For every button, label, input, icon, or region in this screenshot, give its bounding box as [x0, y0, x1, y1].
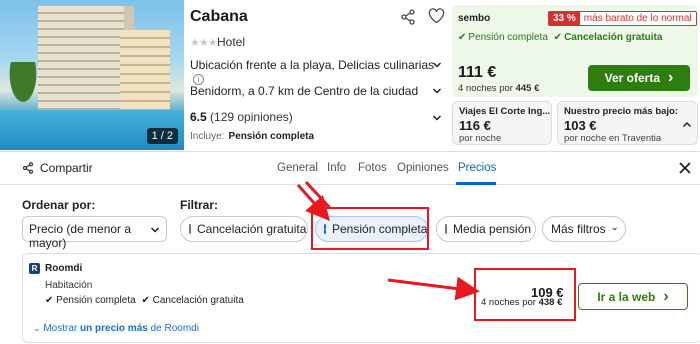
deal-price: 111 €: [458, 64, 497, 81]
deal-nights: 4 noches por: [458, 83, 513, 94]
go-to-website-label: Ir a la web: [597, 289, 656, 304]
deal-total-amount: 445 €: [515, 83, 540, 94]
more-filters-button[interactable]: Más filtros: [542, 216, 626, 242]
heart-icon[interactable]: [428, 8, 445, 25]
chevron-down-icon: [612, 227, 617, 231]
discount-badge: 33 % más barato de lo normal: [548, 11, 697, 26]
alt-deal-sub: por noche: [459, 133, 502, 144]
chip-label: Media pensión: [453, 222, 532, 236]
discount-percent: 33 %: [549, 12, 580, 25]
alt-deal-card[interactable]: Viajes El Corte Ing... 116 € por noche: [452, 101, 552, 145]
arrow-to-filter-shadow: [304, 180, 332, 210]
tab-prices[interactable]: Precios: [458, 162, 496, 174]
share-icon[interactable]: [400, 9, 416, 25]
go-to-website-button[interactable]: Ir a la web ›: [578, 283, 688, 310]
lowest-price-card[interactable]: Nuestro precio más bajo: 103 € por noche…: [557, 101, 698, 145]
includes-row: Incluye: Pensión completa: [190, 131, 314, 142]
lowest-price-label: Nuestro precio más bajo:: [564, 106, 679, 117]
chevron-down-icon: [432, 88, 442, 94]
lowest-price-value: 103 €: [564, 118, 597, 133]
show-more-bold: un precio más: [80, 323, 148, 334]
offer-feature-2: Cancelación gratuita: [152, 295, 244, 306]
features-text: Ubicación frente a la playa, Delicias cu…: [190, 58, 435, 72]
chevron-right-icon: ›: [668, 69, 674, 86]
checkbox[interactable]: [445, 224, 447, 234]
rating-opinions: (129 opiniones): [210, 110, 293, 124]
rating-row[interactable]: 6.5 (129 opiniones): [190, 110, 442, 124]
alt-deal-price: 116 €: [459, 118, 491, 133]
top-deal-card[interactable]: sembo 33 % más barato de lo normal ✔ Pens…: [452, 5, 698, 97]
tab-photos[interactable]: Fotos: [358, 162, 387, 174]
chevron-right-icon: ›: [663, 287, 669, 305]
more-filters-label: Más filtros: [551, 222, 606, 236]
show-more-prefix: Mostrar: [43, 323, 78, 334]
tab-reviews[interactable]: Opiniones: [397, 162, 449, 174]
offer-provider: Roomdi: [45, 263, 83, 274]
alt-deal-provider: Viajes El Corte Ing...: [459, 106, 551, 117]
view-offer-label: Ver oferta: [604, 71, 661, 85]
check-icon: ✔: [458, 32, 467, 43]
offer-feature-1: Pensión completa: [56, 295, 136, 306]
features-row[interactable]: Ubicación frente a la playa, Delicias cu…: [190, 58, 444, 86]
star-rating: ★★★: [190, 37, 218, 49]
deal-feature-2: Cancelación gratuita: [564, 32, 663, 43]
hotel-photo[interactable]: 1 / 2: [0, 0, 184, 150]
hotel-type: Hotel: [217, 35, 246, 49]
includes-value: Pensión completa: [228, 131, 315, 142]
detail-tabbar: Compartir General Info Fotos Opiniones P…: [0, 151, 700, 185]
deal-total: 4 noches por 445 €: [458, 83, 539, 94]
hotel-name[interactable]: Cabana: [190, 8, 248, 26]
share-icon: [22, 162, 34, 174]
show-more-prices-link[interactable]: ⌄ Mostrar un precio más de Roomdi: [33, 323, 199, 334]
chevron-down-icon: [432, 115, 442, 121]
sort-value: Precio (de menor a mayor): [29, 222, 132, 250]
offer-room: Habitación: [45, 280, 93, 291]
deal-feature-1: Pensión completa: [468, 32, 548, 43]
tab-general[interactable]: General: [277, 162, 318, 174]
check-icon: ✔: [45, 295, 54, 306]
discount-text: más barato de lo normal: [583, 13, 692, 24]
lowest-price-sub: por noche en Traventia: [564, 133, 662, 144]
close-icon[interactable]: [678, 161, 692, 175]
filter-free-cancellation[interactable]: Cancelación gratuita: [180, 216, 308, 242]
photo-counter: 1 / 2: [146, 128, 178, 144]
deal-features: ✔ Pensión completa ✔ Cancelación gratuita: [458, 32, 662, 43]
photo-building-2: [120, 30, 170, 110]
tab-info[interactable]: Info: [327, 162, 346, 174]
share-button[interactable]: Compartir: [22, 161, 93, 175]
view-offer-button[interactable]: Ver oferta ›: [588, 65, 690, 91]
chevron-down-icon: [432, 62, 442, 68]
filter-half-board[interactable]: Media pensión: [436, 216, 536, 242]
chevron-down-icon: [150, 227, 160, 233]
check-icon: ✔: [141, 295, 150, 306]
highlight-box-price: [474, 268, 576, 321]
deal-provider: sembo: [458, 13, 491, 24]
chevron-down-icon: ⌄: [33, 323, 41, 333]
location-row[interactable]: Benidorm, a 0.7 km de Centro de la ciuda…: [190, 84, 444, 102]
share-label: Compartir: [40, 161, 93, 175]
check-icon: ✔: [553, 32, 563, 43]
show-more-suffix: de Roomdi: [150, 323, 199, 334]
sort-select[interactable]: Precio (de menor a mayor): [22, 216, 167, 250]
offer-row: R Roomdi Habitación ✔ Pensión completa ✔…: [22, 253, 700, 343]
sort-label: Ordenar por:: [22, 198, 96, 212]
chip-label: Cancelación gratuita: [197, 222, 307, 236]
includes-label: Incluye:: [190, 131, 225, 142]
provider-logo: R: [29, 263, 40, 274]
offer-features: ✔ Pensión completa ✔ Cancelación gratuit…: [45, 295, 244, 306]
location-text: Benidorm, a 0.7 km de Centro de la ciuda…: [190, 84, 419, 98]
rating-score: 6.5: [190, 110, 207, 124]
active-tab-indicator: [456, 182, 496, 185]
chevron-up-icon[interactable]: [682, 120, 692, 130]
highlight-box-full-board: [311, 207, 429, 250]
checkbox[interactable]: [189, 224, 191, 234]
filter-label: Filtrar:: [180, 198, 219, 212]
